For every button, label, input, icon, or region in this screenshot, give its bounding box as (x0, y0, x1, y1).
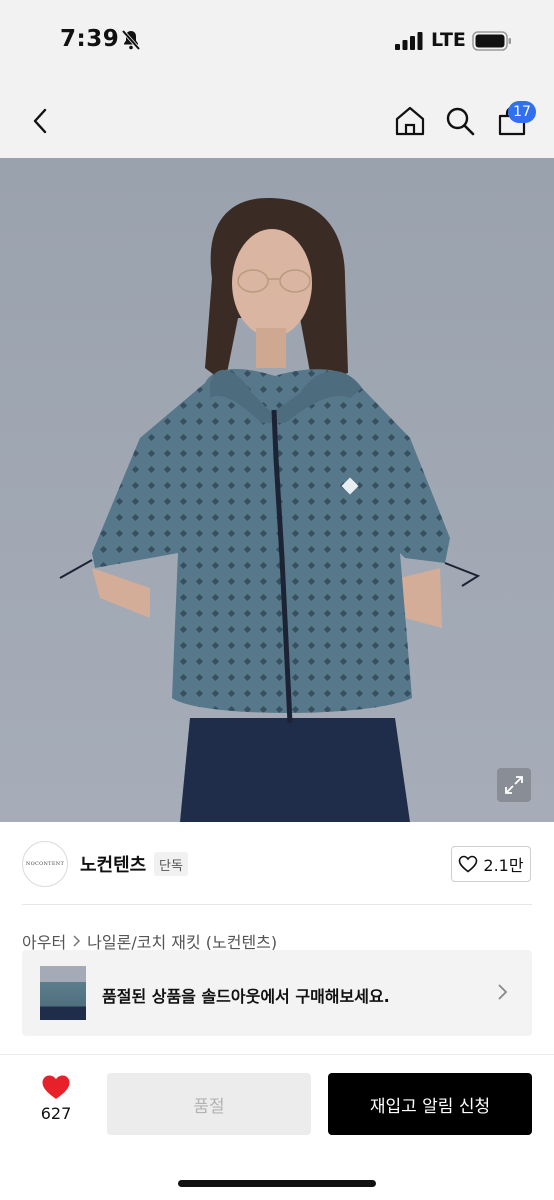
expand-image-button[interactable] (497, 768, 531, 802)
brand-logo[interactable]: NOCONTENT (22, 841, 68, 887)
heart-filled-icon (42, 1075, 70, 1099)
network-label: LTE (431, 29, 466, 51)
search-button[interactable] (440, 84, 480, 158)
exclusive-tag: 단독 (154, 852, 188, 876)
divider (22, 904, 532, 905)
brand-name[interactable]: 노컨텐츠 (80, 851, 146, 877)
bell-slash-icon (121, 29, 141, 51)
soldout-button: 품절 (107, 1073, 311, 1135)
chevron-left-icon (33, 108, 47, 134)
brand-logo-text: NOCONTENT (25, 861, 65, 867)
cart-count-badge: 17 (508, 101, 536, 123)
brand-row: NOCONTENT 노컨텐츠 단독 2.1만 (0, 822, 554, 906)
nav-bar (0, 84, 554, 158)
signal-icon (395, 32, 423, 50)
back-button[interactable] (18, 84, 62, 158)
promo-thumbnail (40, 966, 86, 1020)
search-icon (446, 107, 475, 136)
home-indicator (178, 1180, 376, 1187)
product-image[interactable] (0, 158, 554, 822)
product-photo (0, 158, 554, 822)
restock-notify-button[interactable]: 재입고 알림 신청 (328, 1073, 532, 1135)
chevron-right-icon (73, 935, 81, 947)
brand-like-count: 2.1만 (483, 856, 524, 875)
product-like-count: 627 (40, 1104, 72, 1123)
section-divider (0, 1054, 554, 1055)
brand-like-button[interactable]: 2.1만 (451, 846, 531, 882)
heart-outline-icon (459, 855, 478, 873)
battery-icon (472, 31, 511, 51)
chevron-right-icon (498, 984, 508, 1000)
home-icon (395, 106, 425, 136)
expand-icon (505, 776, 523, 794)
status-time: 7:39 (60, 26, 120, 52)
home-button[interactable] (390, 84, 430, 158)
product-like-button[interactable]: 627 (30, 1074, 82, 1123)
promo-text: 품절된 상품을 솔드아웃에서 구매해보세요. (102, 987, 390, 1006)
soldout-promo-banner[interactable]: 품절된 상품을 솔드아웃에서 구매해보세요. (22, 950, 532, 1036)
status-bar: 7:39 LTE (0, 0, 554, 84)
